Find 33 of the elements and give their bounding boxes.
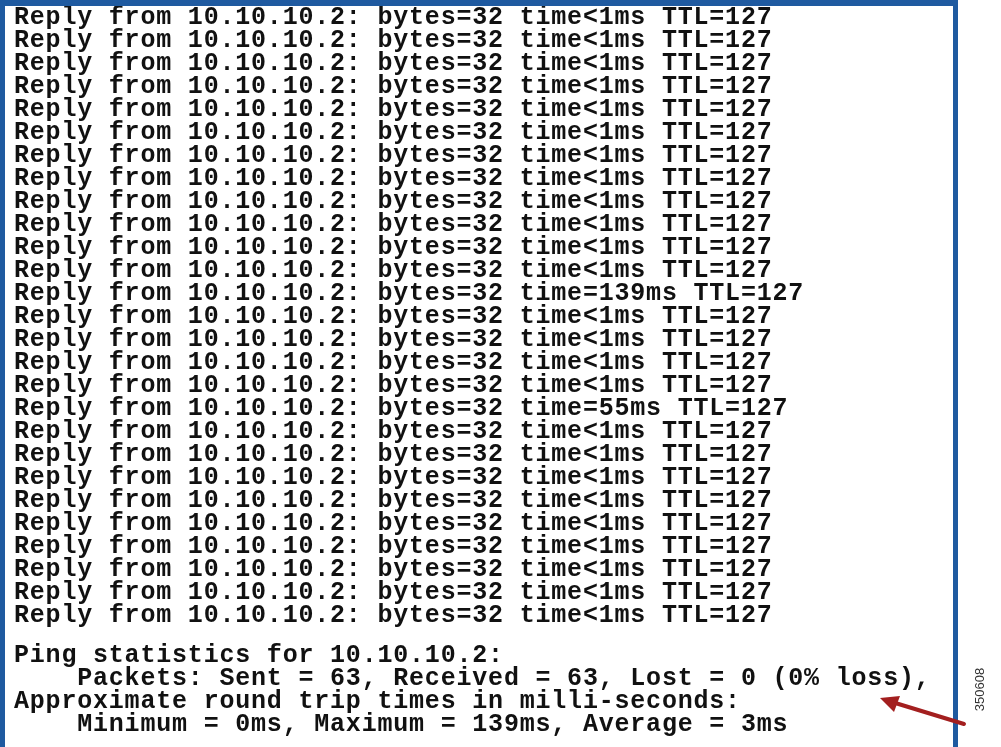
- console-line: Reply from 10.10.10.2: bytes=32 time<1ms TTL=127: [14, 29, 773, 52]
- console-line: Reply from 10.10.10.2: bytes=32 time<1ms TTL=127: [14, 190, 773, 213]
- console-line: Minimum = 0ms, Maximum = 139ms, Average = 3ms: [77, 713, 789, 736]
- console-line: Reply from 10.10.10.2: bytes=32 time<1ms TTL=127: [14, 581, 773, 604]
- console-line: Reply from 10.10.10.2: bytes=32 time<1ms TTL=127: [14, 535, 773, 558]
- console-line: Reply from 10.10.10.2: bytes=32 time<1ms TTL=127: [14, 167, 773, 190]
- console-line: Reply from 10.10.10.2: bytes=32 time<1ms TTL=127: [14, 328, 773, 351]
- console-line: Reply from 10.10.10.2: bytes=32 time=55ms TTL=127: [14, 397, 789, 420]
- console-line: Reply from 10.10.10.2: bytes=32 time=139ms TTL=127: [14, 282, 805, 305]
- console-line: Reply from 10.10.10.2: bytes=32 time<1ms TTL=127: [14, 75, 773, 98]
- console-line: Reply from 10.10.10.2: bytes=32 time<1ms TTL=127: [14, 144, 773, 167]
- console-line: Reply from 10.10.10.2: bytes=32 time<1ms TTL=127: [14, 213, 773, 236]
- console-line: Reply from 10.10.10.2: bytes=32 time<1ms TTL=127: [14, 236, 773, 259]
- console-line: Reply from 10.10.10.2: bytes=32 time<1ms TTL=127: [14, 121, 773, 144]
- console-line: Reply from 10.10.10.2: bytes=32 time<1ms TTL=127: [14, 98, 773, 121]
- console-line: Reply from 10.10.10.2: bytes=32 time<1ms TTL=127: [14, 52, 773, 75]
- arrow-icon: [878, 694, 968, 728]
- console-line: Reply from 10.10.10.2: bytes=32 time<1ms TTL=127: [14, 443, 773, 466]
- console-line: Approximate round trip times in milli-seconds:: [14, 690, 741, 713]
- console-line: Reply from 10.10.10.2: bytes=32 time<1ms TTL=127: [14, 604, 773, 627]
- console-line: Ping statistics for 10.10.10.2:: [14, 644, 504, 667]
- console-line: Reply from 10.10.10.2: bytes=32 time<1ms TTL=127: [14, 351, 773, 374]
- console-line: Reply from 10.10.10.2: bytes=32 time<1ms TTL=127: [14, 489, 773, 512]
- console-line: Reply from 10.10.10.2: bytes=32 time<1ms TTL=127: [14, 6, 773, 29]
- figure-number: 350608: [971, 667, 987, 712]
- console-line: Reply from 10.10.10.2: bytes=32 time<1ms TTL=127: [14, 558, 773, 581]
- console-line: Packets: Sent = 63, Received = 63, Lost = 0 (0% loss),: [77, 667, 931, 690]
- console-line: Reply from 10.10.10.2: bytes=32 time<1ms TTL=127: [14, 512, 773, 535]
- console-line: Reply from 10.10.10.2: bytes=32 time<1ms TTL=127: [14, 305, 773, 328]
- console-line: Reply from 10.10.10.2: bytes=32 time<1ms TTL=127: [14, 420, 773, 443]
- console-line: Reply from 10.10.10.2: bytes=32 time<1ms TTL=127: [14, 374, 773, 397]
- console-line: Reply from 10.10.10.2: bytes=32 time<1ms TTL=127: [14, 466, 773, 489]
- console-line: Reply from 10.10.10.2: bytes=32 time<1ms TTL=127: [14, 259, 773, 282]
